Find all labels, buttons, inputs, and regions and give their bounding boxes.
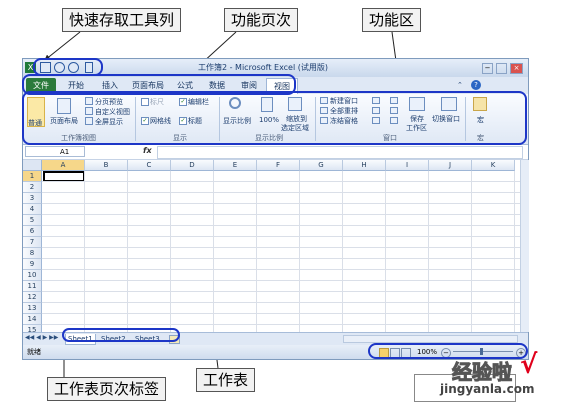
column-header[interactable]: G: [300, 160, 343, 171]
column-header[interactable]: H: [343, 160, 386, 171]
grid-row-line: [42, 181, 520, 182]
minimize-icon[interactable]: −: [482, 63, 493, 74]
grid-row-line: [42, 192, 520, 193]
column-header[interactable]: K: [472, 160, 515, 171]
column-header[interactable]: B: [85, 160, 128, 171]
status-ready: 就绪: [27, 348, 41, 356]
grid-row-line: [42, 203, 520, 204]
grid-row-line: [42, 214, 520, 215]
fx-icon[interactable]: fx: [143, 146, 152, 155]
window-title: 工作簿2 - Microsoft Excel (试用版): [198, 63, 328, 72]
column-header[interactable]: D: [171, 160, 214, 171]
row-header[interactable]: 2: [23, 182, 42, 193]
grid-column-line: [84, 171, 85, 332]
grid-row-line: [42, 225, 520, 226]
grid-row-line: [42, 236, 520, 237]
row-header[interactable]: 4: [23, 204, 42, 215]
row-header[interactable]: 8: [23, 248, 42, 259]
grid-row-line: [42, 324, 520, 325]
grid-column-line: [514, 171, 515, 332]
column-header[interactable]: C: [128, 160, 171, 171]
grid-column-line: [342, 171, 343, 332]
formula-bar: A1 fx: [23, 145, 528, 160]
row-header[interactable]: 6: [23, 226, 42, 237]
column-header[interactable]: I: [386, 160, 429, 171]
grid-row-line: [42, 280, 520, 281]
row-header[interactable]: 9: [23, 259, 42, 270]
highlight-sheet-tabs: [62, 328, 180, 342]
grid-column-line: [385, 171, 386, 332]
watermark-url: jingyanla.com: [440, 382, 535, 396]
column-header[interactable]: E: [214, 160, 257, 171]
row-header[interactable]: 5: [23, 215, 42, 226]
column-header[interactable]: A: [42, 160, 85, 171]
maximize-icon[interactable]: [496, 63, 507, 74]
ribbon-minimize-icon[interactable]: ⌃: [457, 81, 463, 89]
grid-column-line: [471, 171, 472, 332]
row-header[interactable]: 3: [23, 193, 42, 204]
row-header[interactable]: 13: [23, 303, 42, 314]
horizontal-scrollbar[interactable]: [343, 335, 518, 343]
row-header[interactable]: 11: [23, 281, 42, 292]
close-icon[interactable]: ×: [510, 63, 523, 74]
grid-column-line: [170, 171, 171, 332]
row-header[interactable]: 7: [23, 237, 42, 248]
grid-row-line: [42, 258, 520, 259]
highlight-ribbon: [22, 91, 527, 145]
row-header[interactable]: 14: [23, 314, 42, 325]
grid-row-line: [42, 291, 520, 292]
row-header[interactable]: 12: [23, 292, 42, 303]
grid-column-line: [213, 171, 214, 332]
grid-column-line: [256, 171, 257, 332]
grid-column-line: [428, 171, 429, 332]
row-header[interactable]: 15: [23, 325, 42, 332]
grid-column-line: [127, 171, 128, 332]
watermark-text: 经验啦: [452, 360, 513, 385]
grid-row-line: [42, 247, 520, 248]
column-header[interactable]: F: [257, 160, 300, 171]
row-header[interactable]: 10: [23, 270, 42, 281]
sheet-nav-arrows[interactable]: ◀◀ ◀ ▶ ▶▶: [25, 334, 58, 341]
grid-row-line: [42, 269, 520, 270]
grid-row-line: [42, 302, 520, 303]
arrow-qat: [44, 31, 81, 61]
help-icon[interactable]: ?: [471, 80, 481, 90]
row-header[interactable]: 1: [23, 171, 42, 182]
select-all-corner[interactable]: [23, 160, 42, 171]
name-box[interactable]: A1: [25, 146, 85, 157]
formula-input[interactable]: [157, 146, 523, 159]
grid-column-line: [299, 171, 300, 332]
vertical-scrollbar[interactable]: [520, 160, 529, 332]
worksheet-grid[interactable]: A B C D E F G H I J K 1 2 3 4 5 6 7 8 9 10 11 12 13 14 15: [23, 160, 520, 332]
grid-row-line: [42, 313, 520, 314]
watermark-check: √: [520, 350, 538, 380]
column-header[interactable]: J: [429, 160, 472, 171]
